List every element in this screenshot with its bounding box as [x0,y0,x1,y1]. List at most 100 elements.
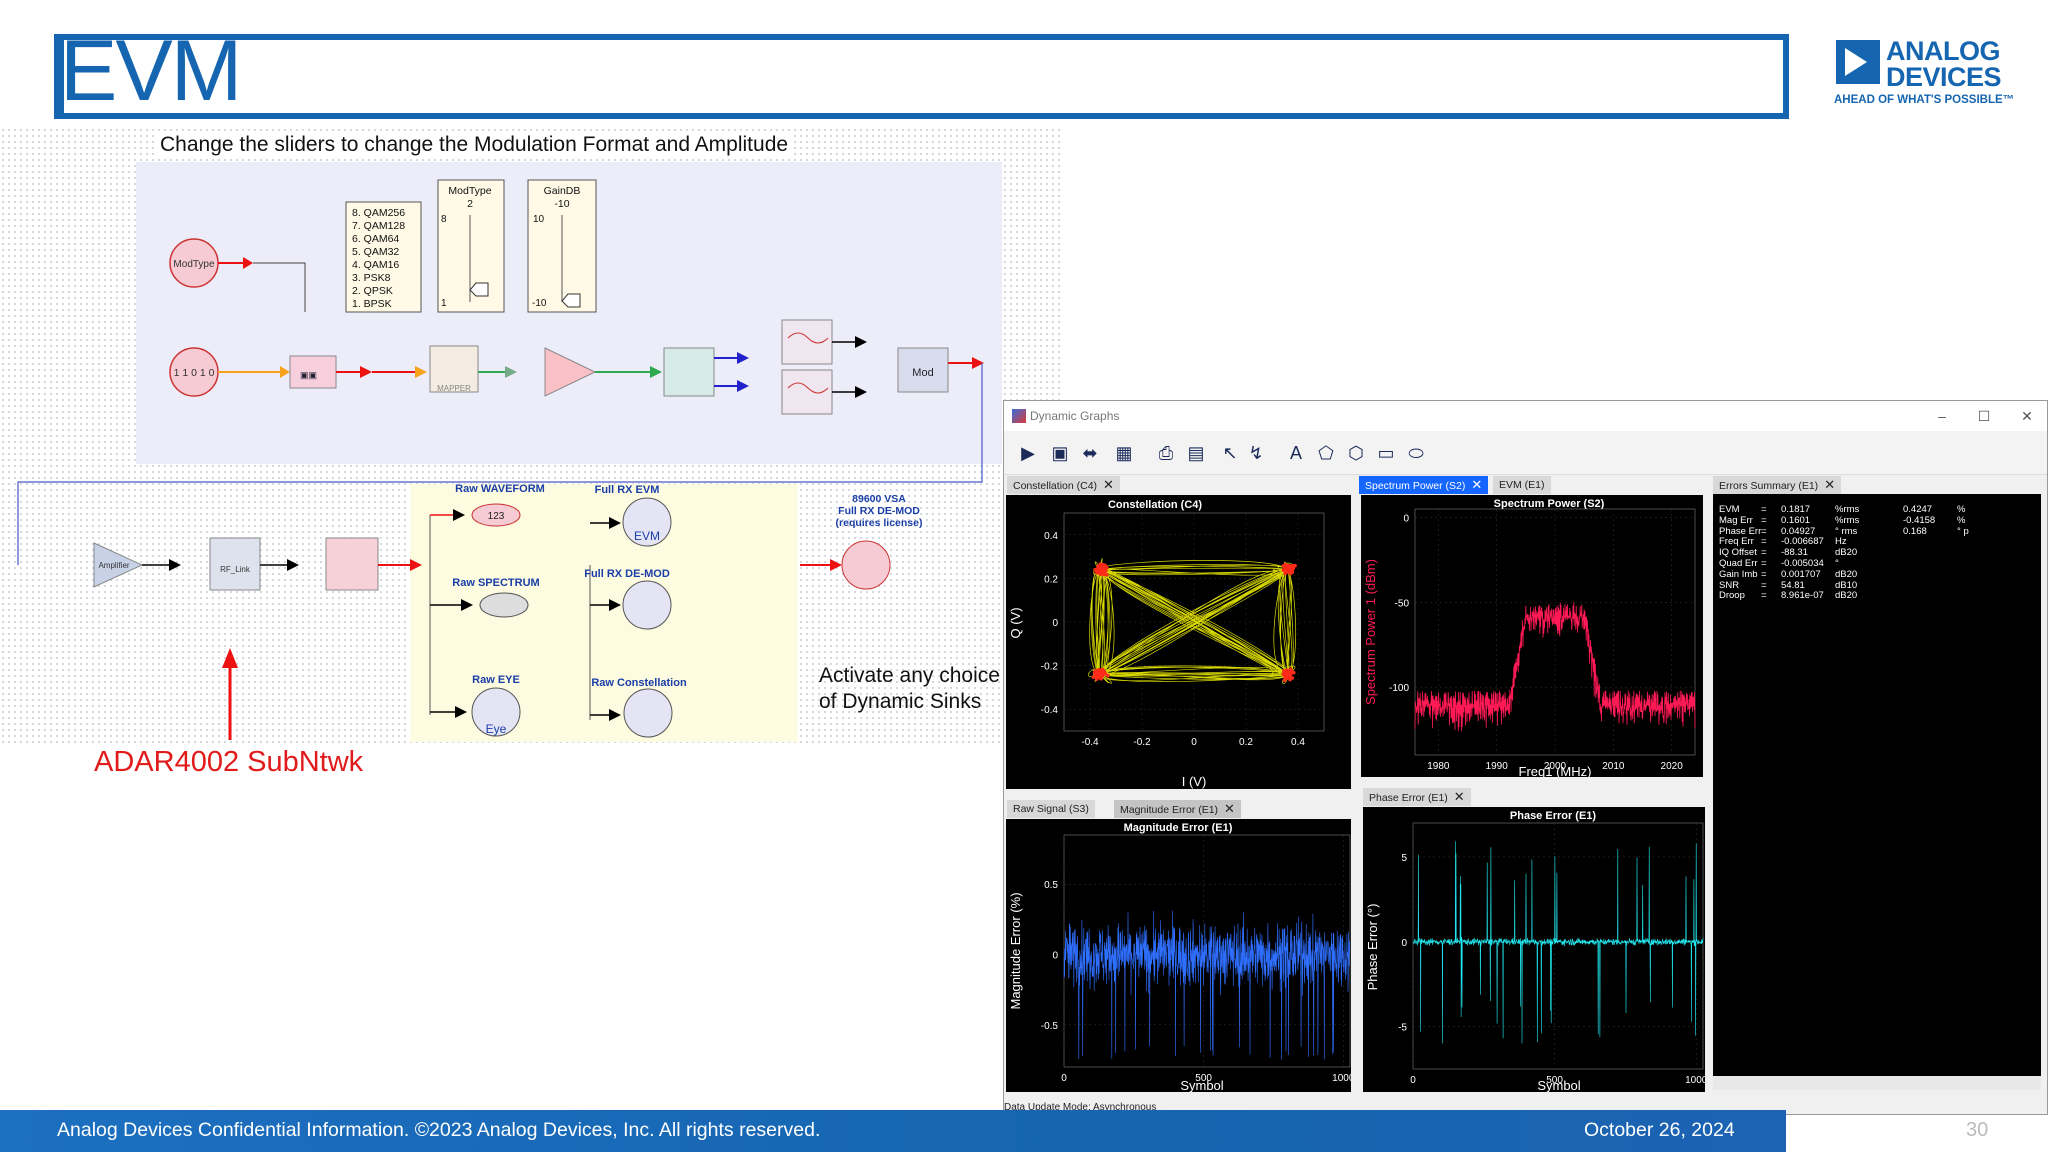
errors-summary-eq: = [1761,536,1767,548]
ellipse-tool-icon[interactable]: ⬭ [1404,441,1428,465]
vsa-label-2: Full RX DE-MOD [838,505,920,517]
errors-summary-value: 8.961e-07 [1781,590,1824,602]
errors-summary-eq: = [1761,590,1767,602]
spectrum-xtick: 2020 [1661,761,1684,772]
phase-error-title: Phase Error (E1) [1510,810,1597,822]
dynamic-sinks-note-2: of Dynamic Sinks [819,690,982,713]
close-tab-icon[interactable]: ✕ [1224,801,1235,816]
eye-label: Eye [486,722,507,736]
logo-triangle-icon [1845,48,1867,76]
errors-summary-v2: 0.4247 [1903,504,1933,515]
mod-list-5: 4. QAM16 [352,259,399,271]
schematic-diagram: ModType 1 1 0 1 0 8. QAM256 7. QAM128 6.… [17,179,984,740]
raw-spectrum-label: Raw SPECTRUM [452,577,539,589]
full-rx-demod-label: Full RX DE-MOD [584,568,670,580]
tab-phase-error[interactable]: Phase Error (E1) ✕ [1363,788,1471,806]
maximize-icon[interactable]: ☐ [1974,406,1994,426]
close-icon[interactable]: ✕ [2017,406,2037,426]
app-icon [1012,409,1026,423]
tab-raw-signal[interactable]: Raw Signal (S3) [1007,800,1095,818]
errors-summary-value: 0.1601 [1781,514,1811,526]
errors-summary-v2: -0.4158 [1903,514,1936,526]
tab-evm[interactable]: EVM (E1) [1493,476,1551,494]
zoom-horizontal-icon[interactable]: ⬌ [1078,441,1102,465]
constellation-point [1289,667,1293,672]
lpf-filter-q[interactable] [781,369,833,415]
text-tool-icon[interactable]: A [1284,441,1308,465]
phase-error-xlabel: Symbol [1537,1078,1580,1092]
pointer-icon[interactable]: ↖ [1218,441,1242,465]
magnitude-error-ylabel: Magnitude Error (%) [1008,892,1023,1009]
play-icon[interactable]: ▶ [1016,441,1040,465]
minimize-icon[interactable]: – [1932,406,1952,426]
full-rx-evm-label: Full RX EVM [595,484,660,496]
tab-raw-signal-label: Raw Signal (S3) [1013,803,1089,815]
errors-summary-u2: % [1957,504,1966,515]
gain-slider-value: -10 [554,198,569,210]
mod-label: Mod [912,367,933,379]
raw-waveform-label: Raw WAVEFORM [455,483,545,495]
vsa-sink[interactable] [841,540,891,590]
phase-error-xtick: 1000 [1685,1075,1705,1086]
phase-error-plot[interactable]: Phase Error (E1) 0500100050-5 Symbol Pha… [1363,807,1705,1092]
tab-spectrum-power[interactable]: Spectrum Power (S2) ✕ [1359,476,1489,494]
gain-block[interactable] [544,347,597,397]
tab-spectrum-label: Spectrum Power (S2) [1365,480,1466,492]
rf-link-label: RF_Link [220,565,251,574]
constellation-sink[interactable] [623,688,673,738]
rf-link-block[interactable] [209,537,261,591]
mod-list-3: 6. QAM64 [352,233,399,245]
constellation-point [1102,670,1107,675]
spectrum-plot[interactable]: Spectrum Power (S2) 1980 1990 2000 2010 2020… [1361,495,1703,777]
line-tool-icon[interactable]: ⬡ [1344,441,1368,465]
tab-errors-summary[interactable]: Errors Summary (E1) ✕ [1713,476,1842,494]
errors-summary-name: Quad Err [1719,558,1758,569]
magnitude-error-plot[interactable]: Magnitude Error (E1) 050010000.50-0.5 Sy… [1006,819,1351,1092]
polygon-tool-icon[interactable]: ⬠ [1314,441,1338,465]
errors-summary-name: Gain Imb [1719,568,1758,580]
print-icon[interactable]: ⎙ [1154,441,1178,465]
constellation-point [1285,674,1289,678]
instruction-text: Change the sliders to change the Modulat… [156,133,793,157]
raw-spectrum-sink[interactable] [479,592,529,618]
layout-grid-icon[interactable]: ▦ [1112,441,1136,465]
iq-split-block[interactable] [663,347,715,397]
constellation-plot[interactable]: Constellation (C4) -0.4 -0.2 0 0.2 0.4 0.4 0.2… [1006,495,1351,789]
constellation-ylabel: Q (V) [1008,607,1023,638]
tab-constellation[interactable]: Constellation (C4) ✕ [1007,476,1120,494]
errors-summary-unit: %rms [1835,504,1860,515]
constellation-xtick: -0.2 [1133,737,1151,748]
constellation-ytick: 0 [1052,618,1058,629]
close-tab-icon[interactable]: ✕ [1454,789,1465,804]
close-tab-icon[interactable]: ✕ [1103,477,1114,492]
errors-summary-value: -0.006687 [1781,536,1824,548]
fit-view-icon[interactable]: ▣ [1048,441,1072,465]
magnitude-error-ytick: -0.5 [1041,1021,1059,1032]
evm-sink-label: EVM [634,529,660,543]
close-tab-icon[interactable]: ✕ [1471,477,1482,492]
mod-list-7: 2. QPSK [352,285,393,297]
export-icon[interactable]: ▤ [1184,441,1208,465]
constellation-ytick: 0.4 [1044,531,1058,542]
constellation-point [1097,674,1101,679]
set-sample-rate-block[interactable] [325,537,379,591]
constellation-ytick: -0.2 [1041,662,1059,673]
constellation-point [1291,670,1296,675]
horizontal-scrollbar[interactable] [1713,1076,2041,1090]
demod-sink[interactable] [622,580,672,630]
dynamic-graphs-window: Dynamic Graphs – ☐ ✕ ▶ ▣ ⬌ ▦ ⎙ ▤ ↖ ↯ A ⬠… [1003,400,2048,1115]
errors-summary-unit: dB20 [1835,590,1858,602]
errors-summary-name: SNR [1719,579,1740,591]
spectrum-xtick: 1980 [1427,761,1450,772]
marker-icon[interactable]: ↯ [1244,441,1268,465]
constellation-point [1098,670,1103,675]
errors-summary-value: 54.81 [1781,579,1805,591]
lpf-filter-i[interactable] [781,319,833,365]
spectrum-xlabel: Freq1 (MHz) [1519,764,1592,777]
close-tab-icon[interactable]: ✕ [1824,477,1835,492]
rectangle-tool-icon[interactable]: ▭ [1374,441,1398,465]
tab-magnitude-error[interactable]: Magnitude Error (E1) ✕ [1114,800,1241,818]
gain-slider-title: GainDB [544,185,581,197]
constellation-point [1095,571,1099,575]
window-titlebar[interactable]: Dynamic Graphs – ☐ ✕ [1004,401,2047,431]
